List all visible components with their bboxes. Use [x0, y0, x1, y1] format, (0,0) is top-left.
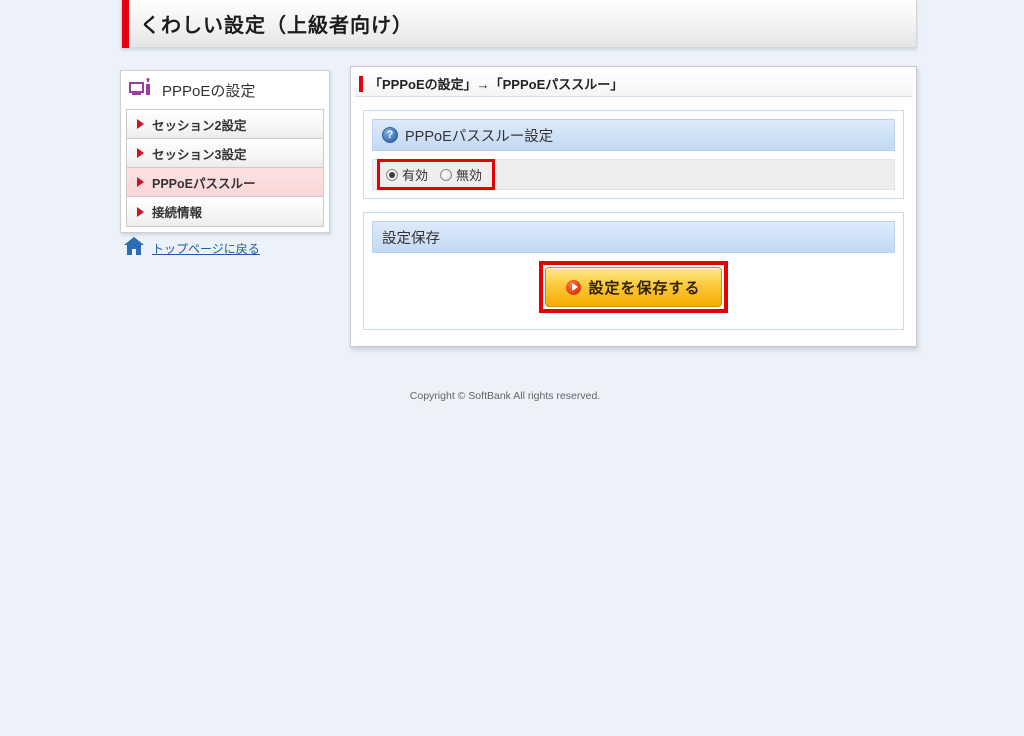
sidebar-header: PPPoEの設定 — [121, 71, 329, 109]
main-panel: 「PPPoEの設定」→「PPPoEパススルー」 ? PPPoEパススルー設定 有… — [350, 66, 917, 347]
sidebar-menu: セッション2設定 セッション3設定 PPPoEパススルー 接続情報 — [126, 109, 324, 227]
sidebar-item-pppoe-passthrough[interactable]: PPPoEパススルー — [127, 168, 323, 197]
home-link-row: トップページに戻る — [124, 237, 260, 260]
sidebar-item-session2[interactable]: セッション2設定 — [127, 110, 323, 139]
annotation-box-save-button: 設定を保存する — [539, 261, 728, 313]
save-settings-button[interactable]: 設定を保存する — [545, 267, 722, 307]
page-header: くわしい設定（上級者向け） — [121, 0, 917, 48]
radio-disabled-input[interactable] — [440, 168, 453, 181]
passthrough-section-header: ? PPPoEパススルー設定 — [372, 119, 895, 151]
home-icon[interactable] — [124, 237, 144, 260]
sidebar-item-label: セッション3設定 — [152, 147, 247, 162]
sidebar-title: PPPoEの設定 — [162, 83, 256, 100]
back-to-top-link[interactable]: トップページに戻る — [152, 240, 260, 257]
save-section-body: 設定を保存する — [372, 253, 895, 321]
annotation-box-radios: 有効 無効 — [377, 159, 496, 190]
sidebar-item-label: PPPoEパススルー — [152, 176, 256, 191]
network-device-icon — [129, 78, 155, 103]
arrow-right-icon — [137, 177, 144, 187]
breadcrumb: 「PPPoEの設定」→「PPPoEパススルー」 — [355, 71, 912, 97]
save-button-label: 設定を保存する — [588, 279, 701, 297]
sidebar-item-connection-info[interactable]: 接続情報 — [127, 197, 323, 226]
breadcrumb-text: 「PPPoEの設定」→「PPPoEパススルー」 — [369, 77, 624, 92]
radio-option-enabled[interactable]: 有効 — [386, 165, 428, 184]
sidebar-item-label: 接続情報 — [152, 206, 203, 220]
header-accent-bar — [122, 0, 129, 48]
arrow-right-icon — [137, 148, 144, 158]
copyright-text: Copyright © SoftBank All rights reserved… — [409, 390, 601, 402]
sidebar-item-label: セッション2設定 — [152, 118, 247, 133]
arrow-right-icon — [137, 119, 144, 129]
save-section-title: 設定保存 — [382, 230, 440, 247]
radio-enabled-label: 有効 — [402, 168, 429, 183]
play-icon — [566, 279, 582, 295]
save-section: 設定保存 設定を保存する — [363, 212, 904, 330]
radio-option-disabled[interactable]: 無効 — [440, 165, 482, 184]
breadcrumb-accent-bar — [359, 75, 363, 92]
page: くわしい設定（上級者向け） PPPoEの設定 セッション2設定 セッション3設定… — [0, 0, 1024, 736]
radio-disabled-label: 無効 — [456, 168, 483, 183]
save-section-header: 設定保存 — [372, 221, 895, 253]
passthrough-option-row: 有効 無効 — [372, 159, 895, 190]
help-icon[interactable]: ? — [382, 127, 398, 143]
radio-enabled-input[interactable] — [386, 168, 398, 181]
sidebar-item-session3[interactable]: セッション3設定 — [127, 139, 323, 168]
sidebar: PPPoEの設定 セッション2設定 セッション3設定 PPPoEパススルー 接続… — [120, 70, 330, 233]
page-title: くわしい設定（上級者向け） — [140, 15, 413, 37]
arrow-right-icon — [137, 206, 144, 217]
passthrough-section: ? PPPoEパススルー設定 有効 無効 — [363, 110, 904, 199]
passthrough-section-title: PPPoEパススルー設定 — [405, 128, 554, 145]
